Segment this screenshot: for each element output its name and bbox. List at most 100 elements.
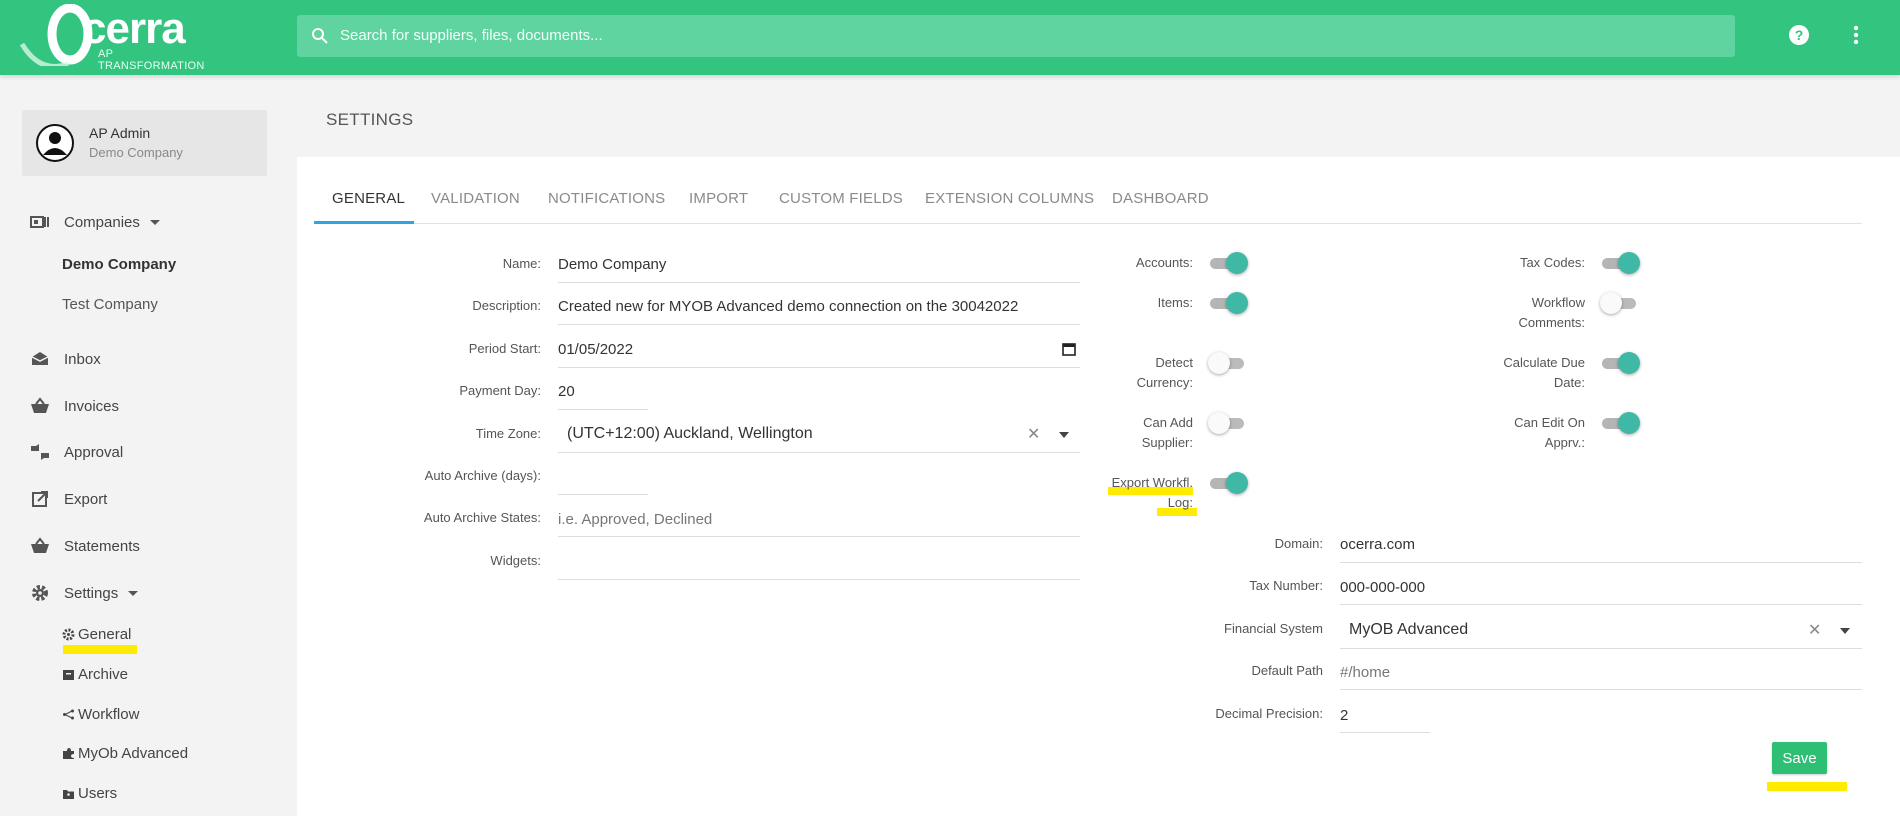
tab-dashboard[interactable]: DASHBOARD [1112,190,1209,207]
auto-archive-states-label: Auto Archive States: [423,510,541,525]
active-tab-indicator [314,221,414,224]
top-bar: cerra AP TRANSFORMATION Search for suppl… [0,0,1900,75]
gear-icon [32,585,48,601]
chevron-down-icon [128,590,139,596]
sidebar-company-test[interactable]: Test Company [62,296,158,313]
sidebar-item-label: Export [64,490,108,508]
domain-field[interactable]: ocerra.com [1340,536,1415,553]
user-profile[interactable]: AP Admin Demo Company [22,110,267,176]
description-field-underline [558,324,1080,325]
detect-currency-toggle[interactable] [1208,350,1248,376]
period-start-field-underline [558,367,1080,368]
settings-item-users[interactable]: Users [62,785,117,802]
financial-system-field-underline [1340,648,1862,649]
name-label: Name: [502,256,541,271]
export-workfl-log-label: Export Workfl. Log: [1111,475,1193,510]
time-zone-field-underline [558,452,1080,453]
highlight-marker [63,645,137,654]
domain-field-underline [1340,562,1862,563]
inbox-icon [31,352,49,365]
basket-icon [31,537,49,553]
tab-extension-columns[interactable]: EXTENSION COLUMNS [925,190,1094,207]
widgets-label: Widgets: [490,553,541,568]
sidebar-item-invoices[interactable]: Invoices [30,394,119,418]
export-workfl-log-toggle[interactable] [1208,470,1248,496]
basket-icon [31,397,49,413]
time-zone-select[interactable]: (UTC+12:00) Auckland, Wellington [567,425,813,443]
auto-archive-states-field[interactable]: i.e. Approved, Declined [558,511,712,528]
profile-name: AP Admin [89,125,151,141]
sidebar-item-approval[interactable]: Approval [30,440,123,464]
sidebar-item-export[interactable]: Export [30,487,107,511]
settings-item-myob-advanced[interactable]: MyOb Advanced [62,745,188,762]
items-toggle[interactable] [1208,290,1248,316]
users-folder-icon [63,790,74,799]
search-bar[interactable]: Search for suppliers, files, documents..… [297,15,1735,57]
name-field[interactable]: Demo Company [558,256,666,273]
accounts-toggle[interactable] [1208,250,1248,276]
settings-item-label: General [78,626,132,643]
workflow-icon [63,709,74,720]
accounts-label: Accounts: [1135,255,1193,270]
gear-icon [62,628,75,641]
avatar-icon [36,124,74,162]
time-zone-label: Time Zone: [475,426,541,441]
clear-icon[interactable]: ✕ [1027,424,1040,444]
logo-subtitle: AP TRANSFORMATION [98,48,205,72]
can-add-supplier-label: Can Add Supplier: [1141,415,1193,450]
decimal-precision-label: Decimal Precision: [1215,706,1323,721]
help-icon[interactable]: ? [1788,24,1810,46]
chevron-down-icon[interactable] [1059,432,1069,438]
tax-codes-label: Tax Codes: [1519,255,1585,270]
sidebar-item-inbox[interactable]: Inbox [30,347,101,371]
tax-number-field[interactable]: 000-000-000 [1340,579,1425,596]
settings-item-archive[interactable]: Archive [62,666,128,683]
settings-item-label: Workflow [78,706,140,723]
tab-general[interactable]: GENERAL [332,190,405,207]
sidebar-item-label: Companies [64,213,140,231]
financial-system-label: Financial System [1224,621,1323,636]
calculate-due-date-toggle[interactable] [1600,350,1640,376]
settings-item-general[interactable]: General [62,626,131,643]
ocerra-logo[interactable]: cerra AP TRANSFORMATION [20,4,220,72]
payment-day-label: Payment Day: [459,383,541,398]
financial-system-select[interactable]: MyOB Advanced [1349,621,1468,639]
thumbs-icon [31,444,49,460]
period-start-field[interactable]: 01/05/2022 [558,341,633,358]
default-path-label: Default Path [1251,663,1323,678]
auto-archive-states-field-underline [558,536,1080,537]
tab-custom-fields[interactable]: CUSTOM FIELDS [779,190,903,207]
sidebar-item-statements[interactable]: Statements [30,534,140,558]
tax-codes-toggle[interactable] [1600,250,1640,276]
tab-notifications[interactable]: NOTIFICATIONS [548,190,665,207]
chevron-down-icon[interactable] [1840,628,1850,634]
page-title: SETTINGS [326,110,414,129]
settings-item-label: MyOb Advanced [78,745,189,762]
save-button[interactable]: Save [1772,742,1827,774]
settings-item-workflow[interactable]: Workflow [62,706,139,723]
sidebar-item-companies[interactable]: Companies [30,210,160,234]
clear-icon[interactable]: ✕ [1808,620,1821,640]
workflow-comments-toggle[interactable] [1600,290,1640,316]
can-edit-on-apprv-toggle[interactable] [1600,410,1640,436]
search-input[interactable]: Search for suppliers, files, documents..… [340,27,603,44]
default-path-field[interactable]: #/home [1340,664,1390,681]
sidebar-item-settings[interactable]: Settings [30,581,139,605]
logo-text: cerra [82,4,186,53]
decimal-precision-field[interactable]: 2 [1340,707,1348,724]
payment-day-field[interactable]: 20 [558,383,575,400]
payment-day-field-underline [558,409,648,410]
can-add-supplier-toggle[interactable] [1208,410,1248,436]
description-field[interactable]: Created new for MYOB Advanced demo conne… [558,298,1018,315]
tab-import[interactable]: IMPORT [689,190,748,207]
more-vert-icon[interactable] [1845,24,1867,46]
widgets-field-underline [558,579,1080,580]
calendar-icon[interactable] [1062,342,1076,356]
tab-validation[interactable]: VALIDATION [431,190,520,207]
sidebar-company-demo[interactable]: Demo Company [62,256,176,273]
profile-company: Demo Company [89,145,183,160]
period-start-label: Period Start: [468,341,541,356]
auto-archive-days-label: Auto Archive (days): [424,468,541,483]
description-label: Description: [472,298,541,313]
settings-item-label: Users [78,785,118,802]
